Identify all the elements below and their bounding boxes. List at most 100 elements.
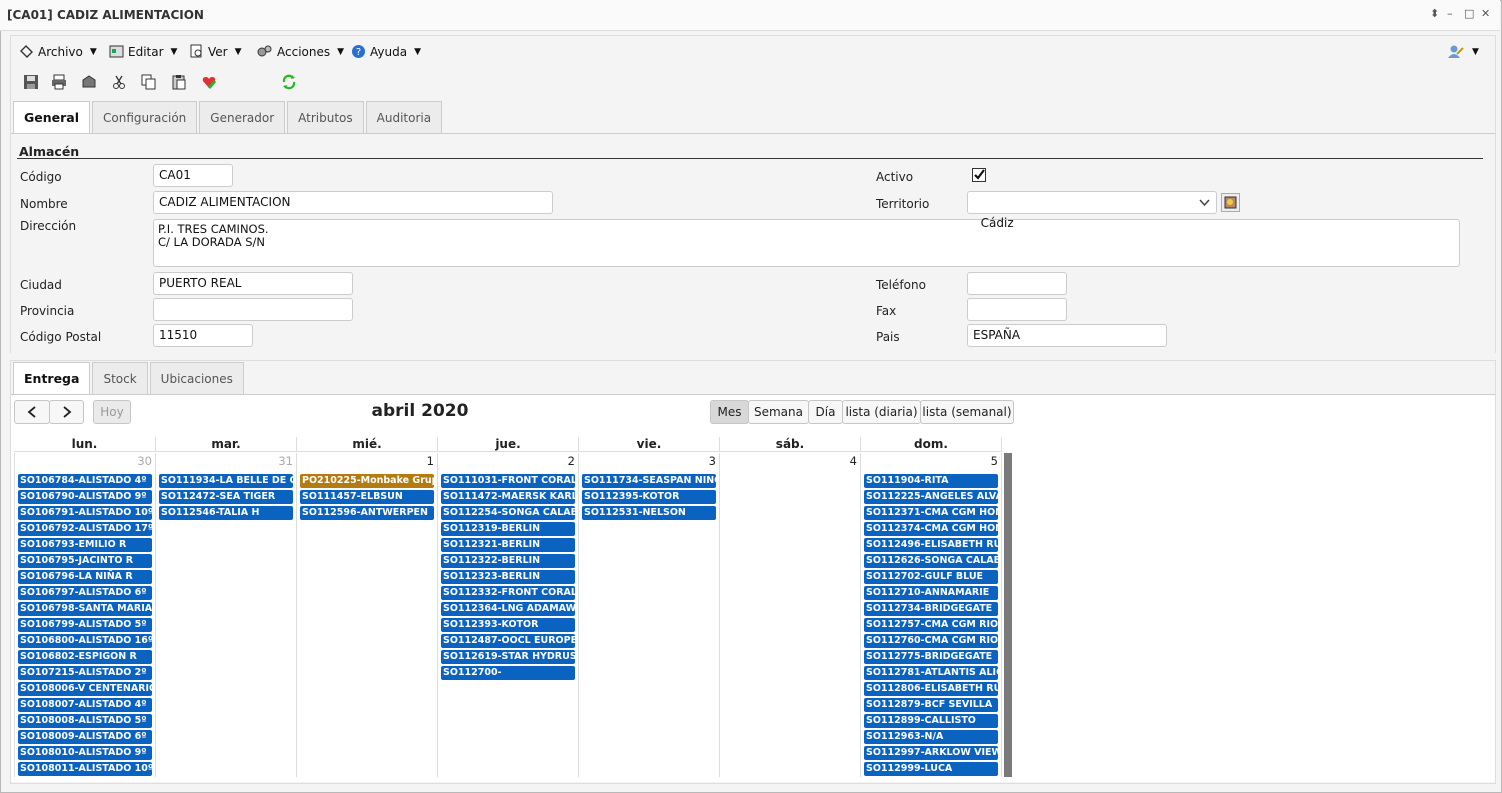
calendar-event[interactable]: SO112806-ELISABETH RUSS	[864, 682, 998, 696]
calendar-event[interactable]: SO112364-LNG ADAMAWA	[441, 602, 575, 616]
favorite-icon[interactable]	[201, 74, 217, 90]
calendar-event[interactable]: SO106792-ALISTADO 17º	[18, 522, 152, 536]
refresh-icon[interactable]	[281, 74, 297, 90]
day-cell[interactable]: 1 PO210225-Monbake Grupo Empresarial SO111…	[297, 453, 438, 777]
calendar-event[interactable]: SO108008-ALISTADO 5º	[18, 714, 152, 728]
calendar-event[interactable]: SO112760-CMA CGM RIO GRANDE	[864, 634, 998, 648]
calendar-event[interactable]: SO107215-ALISTADO 2º	[18, 666, 152, 680]
calendar-event[interactable]: SO112393-KOTOR	[441, 618, 575, 632]
calendar-event[interactable]: SO112321-BERLIN	[441, 538, 575, 552]
view-lista-semanal-button[interactable]: lista (semanal)	[920, 400, 1014, 424]
territorio-lookup-icon[interactable]	[1221, 193, 1240, 212]
calendar-event[interactable]: SO112225-ANGELES ALVARIÑO	[864, 490, 998, 504]
nombre-field[interactable]: CADIZ ALIMENTACION	[153, 191, 553, 214]
view-dia-button[interactable]: Día	[808, 400, 843, 424]
calendar-event[interactable]: SO112531-NELSON	[582, 506, 716, 520]
calendar-event[interactable]: SO108009-ALISTADO 6º	[18, 730, 152, 744]
calendar-event[interactable]: SO106796-LA NIÑA R	[18, 570, 152, 584]
tab-configuracion[interactable]: Configuración	[92, 101, 198, 133]
calendar-event[interactable]: SO112775-BRIDGEGATE	[864, 650, 998, 664]
calendar-event[interactable]: SO112734-BRIDGEGATE	[864, 602, 998, 616]
pais-field[interactable]: ESPAÑA	[967, 324, 1167, 347]
menu-acciones[interactable]: Acciones ▼	[256, 44, 344, 59]
calendar-event[interactable]: SO112997-ARKLOW VIEW	[864, 746, 998, 760]
codigo-field[interactable]: CA01	[153, 164, 233, 187]
telefono-field[interactable]	[967, 272, 1067, 295]
calendar-event[interactable]: SO112322-BERLIN	[441, 554, 575, 568]
calendar-event[interactable]: SO112371-CMA CGM HOMERE	[864, 506, 998, 520]
calendar-event[interactable]: SO112963-N/A	[864, 730, 998, 744]
calendar-event[interactable]: SO112487-OOCL EUROPE	[441, 634, 575, 648]
day-cell[interactable]: 4	[720, 453, 861, 777]
direccion-field[interactable]: P.I. TRES CAMINOS. C/ LA DORADA S/N	[153, 219, 1460, 267]
view-semana-button[interactable]: Semana	[748, 400, 809, 424]
calendar-event[interactable]: SO106790-ALISTADO 9º	[18, 490, 152, 504]
calendar-event[interactable]: SO112319-BERLIN	[441, 522, 575, 536]
calendar-event[interactable]: SO112999-LUCA	[864, 762, 998, 776]
fax-field[interactable]	[967, 298, 1067, 321]
calendar-event[interactable]: SO106793-EMILIO R	[18, 538, 152, 552]
calendar-event[interactable]: SO112395-KOTOR	[582, 490, 716, 504]
menu-editar[interactable]: Editar ▼	[109, 44, 177, 59]
today-button[interactable]: Hoy	[93, 400, 131, 424]
codigo-postal-field[interactable]: 11510	[153, 324, 253, 347]
view-lista-diaria-button[interactable]: lista (diaria)	[842, 400, 921, 424]
menu-ver[interactable]: Ver ▼	[189, 44, 242, 59]
tab-general[interactable]: General	[13, 101, 90, 134]
tab-auditoria[interactable]: Auditoria	[365, 101, 443, 133]
calendar-event[interactable]: SO106798-SANTA MARIA R	[18, 602, 152, 616]
calendar-event[interactable]: SO106799-ALISTADO 5º	[18, 618, 152, 632]
calendar-event[interactable]: SO106795-JACINTO R	[18, 554, 152, 568]
print-icon[interactable]	[51, 74, 67, 90]
calendar-event[interactable]: SO111904-RITA	[864, 474, 998, 488]
restore-icon[interactable]: ⬍	[1430, 7, 1439, 20]
menu-archivo[interactable]: Archivo ▼	[19, 44, 97, 59]
copy-icon[interactable]	[141, 74, 157, 90]
calendar-event[interactable]: SO112626-SONGA CALABRIA	[864, 554, 998, 568]
day-cell[interactable]: 31 SO111934-LA BELLE DE CADIZ SO112472-SEA…	[156, 453, 297, 777]
calendar-event[interactable]: SO108010-ALISTADO 9º	[18, 746, 152, 760]
calendar-event[interactable]: SO112596-ANTWERPEN	[300, 506, 434, 520]
maximize-icon[interactable]: □	[1464, 7, 1474, 20]
calendar-event[interactable]: PO210225-Monbake Grupo Empresarial	[300, 474, 434, 488]
calendar-event[interactable]: SO112323-BERLIN	[441, 570, 575, 584]
calendar-event[interactable]: SO111031-FRONT CORAL	[441, 474, 575, 488]
archive-icon[interactable]	[81, 74, 97, 90]
day-cell[interactable]: 30 SO106784-ALISTADO 4º SO106790-ALISTADO …	[14, 453, 156, 777]
calendar-scrollbar[interactable]	[1004, 453, 1012, 777]
calendar-event[interactable]: SO106791-ALISTADO 10º	[18, 506, 152, 520]
day-cell[interactable]: 2 SO111031-FRONT CORAL SO111472-MAERSK KAR…	[438, 453, 579, 777]
calendar-event[interactable]: SO112899-CALLISTO	[864, 714, 998, 728]
paste-icon[interactable]	[171, 74, 187, 90]
cut-icon[interactable]	[111, 74, 127, 90]
calendar-event[interactable]: SO112496-ELISABETH RUSS	[864, 538, 998, 552]
calendar-event[interactable]: SO112702-GULF BLUE	[864, 570, 998, 584]
calendar-event[interactable]: SO112781-ATLANTIS ALICANTE	[864, 666, 998, 680]
calendar-event[interactable]: SO111472-MAERSK KARLSKRONA	[441, 490, 575, 504]
calendar-event[interactable]: SO112710-ANNAMARIE	[864, 586, 998, 600]
calendar-event[interactable]: SO112757-CMA CGM RIO GRANDE	[864, 618, 998, 632]
provincia-field[interactable]	[153, 298, 353, 321]
calendar-event[interactable]: SO106797-ALISTADO 6º	[18, 586, 152, 600]
view-mes-button[interactable]: Mes	[710, 400, 749, 424]
calendar-event[interactable]: SO111457-ELBSUN	[300, 490, 434, 504]
calendar-event[interactable]: SO112254-SONGA CALABRIA	[441, 506, 575, 520]
tab-ubicaciones[interactable]: Ubicaciones	[149, 362, 244, 394]
next-month-button[interactable]	[49, 400, 84, 424]
calendar-event[interactable]: SO112619-STAR HYDRUS	[441, 650, 575, 664]
tab-generador[interactable]: Generador	[199, 101, 286, 133]
calendar-event[interactable]: SO106802-ESPIGON R	[18, 650, 152, 664]
calendar-event[interactable]: SO111934-LA BELLE DE CADIZ	[159, 474, 293, 488]
close-icon[interactable]: ✕	[1481, 7, 1490, 20]
prev-month-button[interactable]	[14, 400, 50, 424]
calendar-event[interactable]: SO112374-CMA CGM HOMERE	[864, 522, 998, 536]
calendar-event[interactable]: SO106800-ALISTADO 16º	[18, 634, 152, 648]
day-cell[interactable]: 3 SO111734-SEASPAN NINGBO SO112395-KOTOR SO…	[579, 453, 720, 777]
tab-entrega[interactable]: Entrega	[13, 362, 91, 395]
calendar-event[interactable]: SO112472-SEA TIGER	[159, 490, 293, 504]
calendar-event[interactable]: SO111734-SEASPAN NINGBO	[582, 474, 716, 488]
calendar-event[interactable]: SO108007-ALISTADO 4º	[18, 698, 152, 712]
save-icon[interactable]	[23, 74, 39, 90]
calendar-event[interactable]: SO112879-BCF SEVILLA	[864, 698, 998, 712]
calendar-event[interactable]: SO106784-ALISTADO 4º	[18, 474, 152, 488]
